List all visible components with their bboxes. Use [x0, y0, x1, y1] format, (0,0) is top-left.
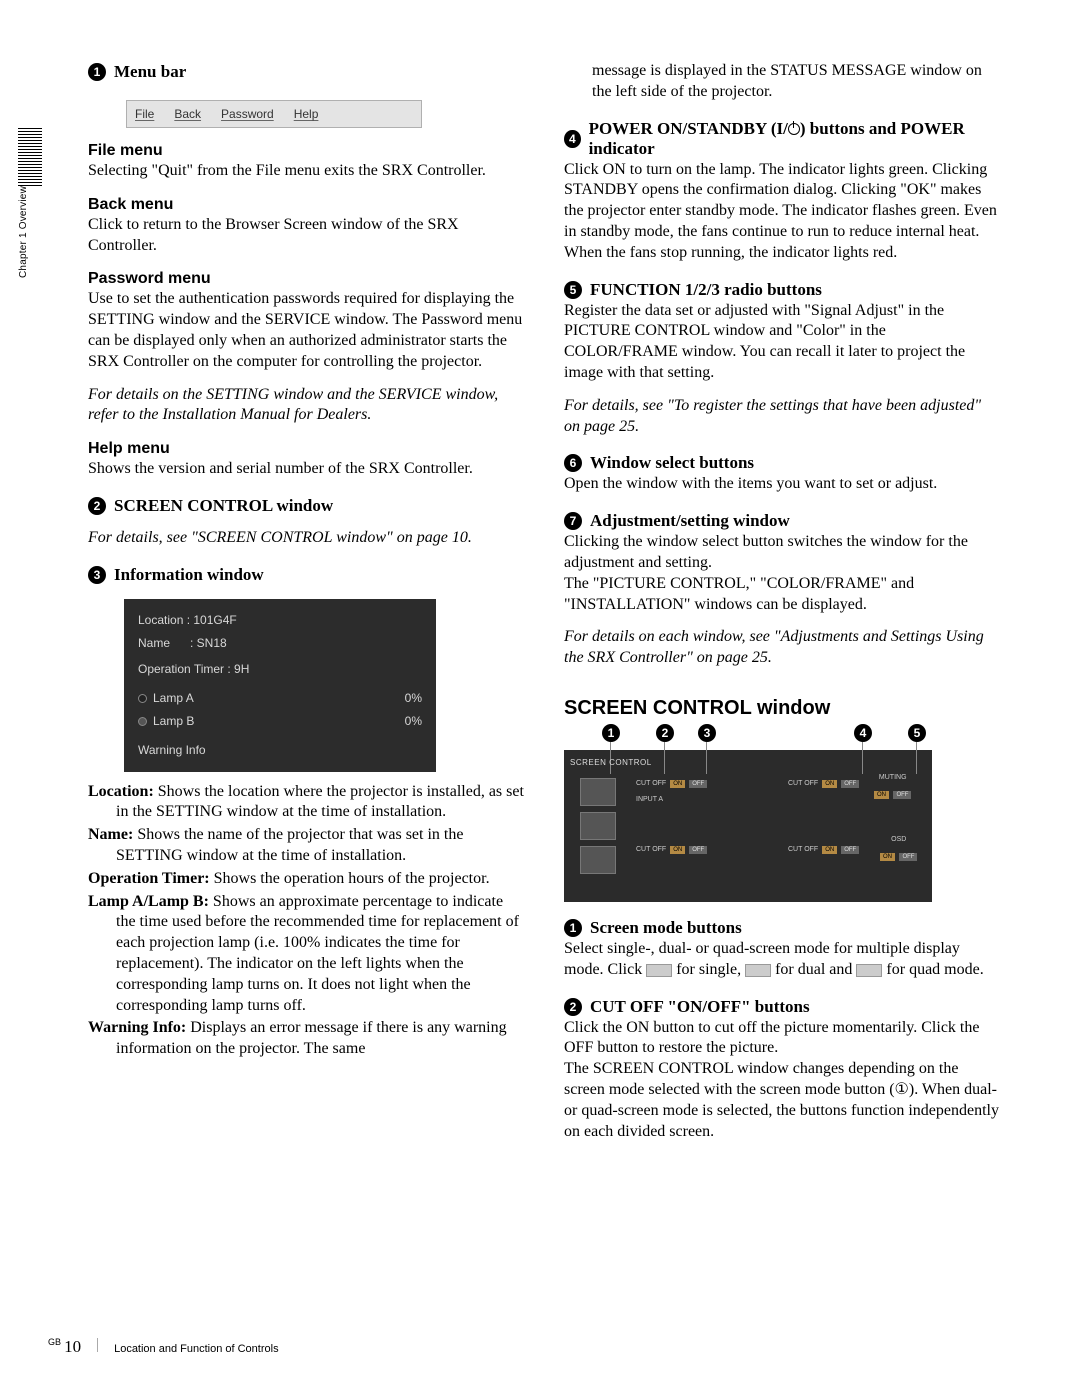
warning-info-continued: message is displayed in the STATUS MESSA…	[564, 61, 1000, 103]
callout-7-note: For details on each window, see "Adjustm…	[564, 627, 1000, 669]
lamp-desc: Lamp A/Lamp B: Shows an approximate perc…	[88, 892, 524, 1017]
menu-password[interactable]: Password	[221, 107, 274, 121]
sc-item-2-title: 2 CUT OFF "ON/OFF" buttons	[564, 997, 1000, 1017]
circled-number-4: 4	[564, 130, 581, 148]
page-footer: GB 10 Location and Function of Controls	[48, 1337, 279, 1357]
circled-number-7: 7	[564, 512, 582, 530]
warning-info-desc: Warning Info: Displays an error message …	[88, 1018, 524, 1060]
callout-2-text: SCREEN CONTROL window	[114, 496, 333, 516]
callout-1-text: Menu bar	[114, 62, 186, 82]
callout-4-body: Click ON to turn on the lamp. The indica…	[564, 160, 1000, 264]
screen-control-screenshot: 1 2 3 4 5 SCREEN CONTROL CUT OFFONOFF IN…	[564, 750, 932, 902]
sc-callout-5: 5	[908, 724, 926, 742]
password-menu-note: For details on the SETTING window and th…	[88, 385, 524, 427]
name-desc: Name: Shows the name of the projector th…	[88, 825, 524, 867]
circled-number-5: 5	[564, 281, 582, 299]
sc-callout-4: 4	[854, 724, 872, 742]
sc-item-1-body: Select single-, dual- or quad-screen mod…	[564, 939, 1000, 981]
callout-5-title: 5 FUNCTION 1/2/3 radio buttons	[564, 280, 1000, 300]
sc-item-2-text: CUT OFF "ON/OFF" buttons	[590, 997, 810, 1017]
lamp-b-value: 0%	[405, 710, 422, 733]
sc-item-1-text: Screen mode buttons	[590, 918, 742, 938]
lamp-b-label: Lamp B	[153, 714, 194, 728]
sc-item-1-title: 1 Screen mode buttons	[564, 918, 1000, 938]
callout-6-title: 6 Window select buttons	[564, 453, 1000, 473]
sc-circled-2: 2	[564, 998, 582, 1016]
help-menu-head: Help menu	[88, 440, 524, 458]
circled-number-6: 6	[564, 454, 582, 472]
lamp-a-value: 0%	[405, 687, 422, 710]
info-name: Name : SN18	[138, 632, 422, 655]
hatch-decoration	[18, 128, 42, 186]
sc-circled-1: 1	[564, 919, 582, 937]
lamp-a-label: Lamp A	[153, 691, 194, 705]
footer-gb: GB	[48, 1337, 61, 1347]
screen-control-heading: SCREEN CONTROL window	[564, 697, 1000, 720]
menu-file[interactable]: File	[135, 107, 154, 121]
callout-7-title: 7 Adjustment/setting window	[564, 511, 1000, 531]
callout-1-title: 1 Menu bar	[88, 62, 524, 82]
callout-3-text: Information window	[114, 565, 264, 585]
dual-mode-icon	[745, 964, 771, 977]
callout-3-title: 3 Information window	[88, 565, 524, 585]
circled-number-3: 3	[88, 566, 106, 584]
sc-callout-3: 3	[698, 724, 716, 742]
footer-page-number: 10	[64, 1337, 81, 1356]
info-op-timer: Operation Timer : 9H	[138, 658, 422, 681]
file-menu-body: Selecting "Quit" from the File menu exit…	[88, 161, 524, 182]
sc-item-2-body: Click the ON button to cut off the pictu…	[564, 1018, 1000, 1143]
power-icon	[788, 123, 800, 135]
callout-6-text: Window select buttons	[590, 453, 754, 473]
callout-7-body: Clicking the window select button switch…	[564, 532, 1000, 615]
footer-title: Location and Function of Controls	[114, 1343, 279, 1355]
operation-timer-desc: Operation Timer: Shows the operation hou…	[88, 869, 524, 890]
callout-2-title: 2 SCREEN CONTROL window	[88, 496, 524, 516]
callout-5-note: For details, see "To register the settin…	[564, 396, 1000, 438]
callout-2-note: For details, see "SCREEN CONTROL window"…	[88, 528, 524, 549]
menu-help[interactable]: Help	[294, 107, 319, 121]
lamp-a-indicator-icon	[138, 694, 147, 703]
sc-callout-2: 2	[656, 724, 674, 742]
chapter-label: Chapter 1 Overview	[18, 186, 29, 284]
menu-back[interactable]: Back	[174, 107, 201, 121]
quad-mode-icon	[856, 964, 882, 977]
info-location: Location : 101G4F	[138, 609, 422, 632]
help-menu-body: Shows the version and serial number of t…	[88, 459, 524, 480]
callout-5-body: Register the data set or adjusted with "…	[564, 301, 1000, 384]
back-menu-head: Back menu	[88, 196, 524, 214]
callout-6-body: Open the window with the items you want …	[564, 474, 1000, 495]
callout-4-title: 4 POWER ON/STANDBY (I/) buttons and POWE…	[564, 119, 1000, 159]
information-window-screenshot: Location : 101G4F Name : SN18 Operation …	[124, 599, 436, 772]
file-menu-head: File menu	[88, 142, 524, 160]
callout-5-text: FUNCTION 1/2/3 radio buttons	[590, 280, 822, 300]
single-mode-icon	[646, 964, 672, 977]
sc-callout-1: 1	[602, 724, 620, 742]
back-menu-body: Click to return to the Browser Screen wi…	[88, 215, 524, 257]
password-menu-body: Use to set the authentication passwords …	[88, 289, 524, 372]
chapter-side-tab: Chapter 1 Overview	[18, 128, 42, 284]
lamp-b-indicator-icon	[138, 717, 147, 726]
callout-4-text: POWER ON/STANDBY (I/) buttons and POWER …	[589, 119, 1000, 159]
circled-number-2: 2	[88, 497, 106, 515]
sc-window-title: SCREEN CONTROL	[570, 758, 652, 767]
menubar-screenshot: File Back Password Help	[126, 100, 422, 128]
callout-7-text: Adjustment/setting window	[590, 511, 790, 531]
location-desc: Location: Shows the location where the p…	[88, 782, 524, 824]
info-warning: Warning Info	[138, 739, 422, 762]
password-menu-head: Password menu	[88, 270, 524, 288]
circled-number-1: 1	[88, 63, 106, 81]
